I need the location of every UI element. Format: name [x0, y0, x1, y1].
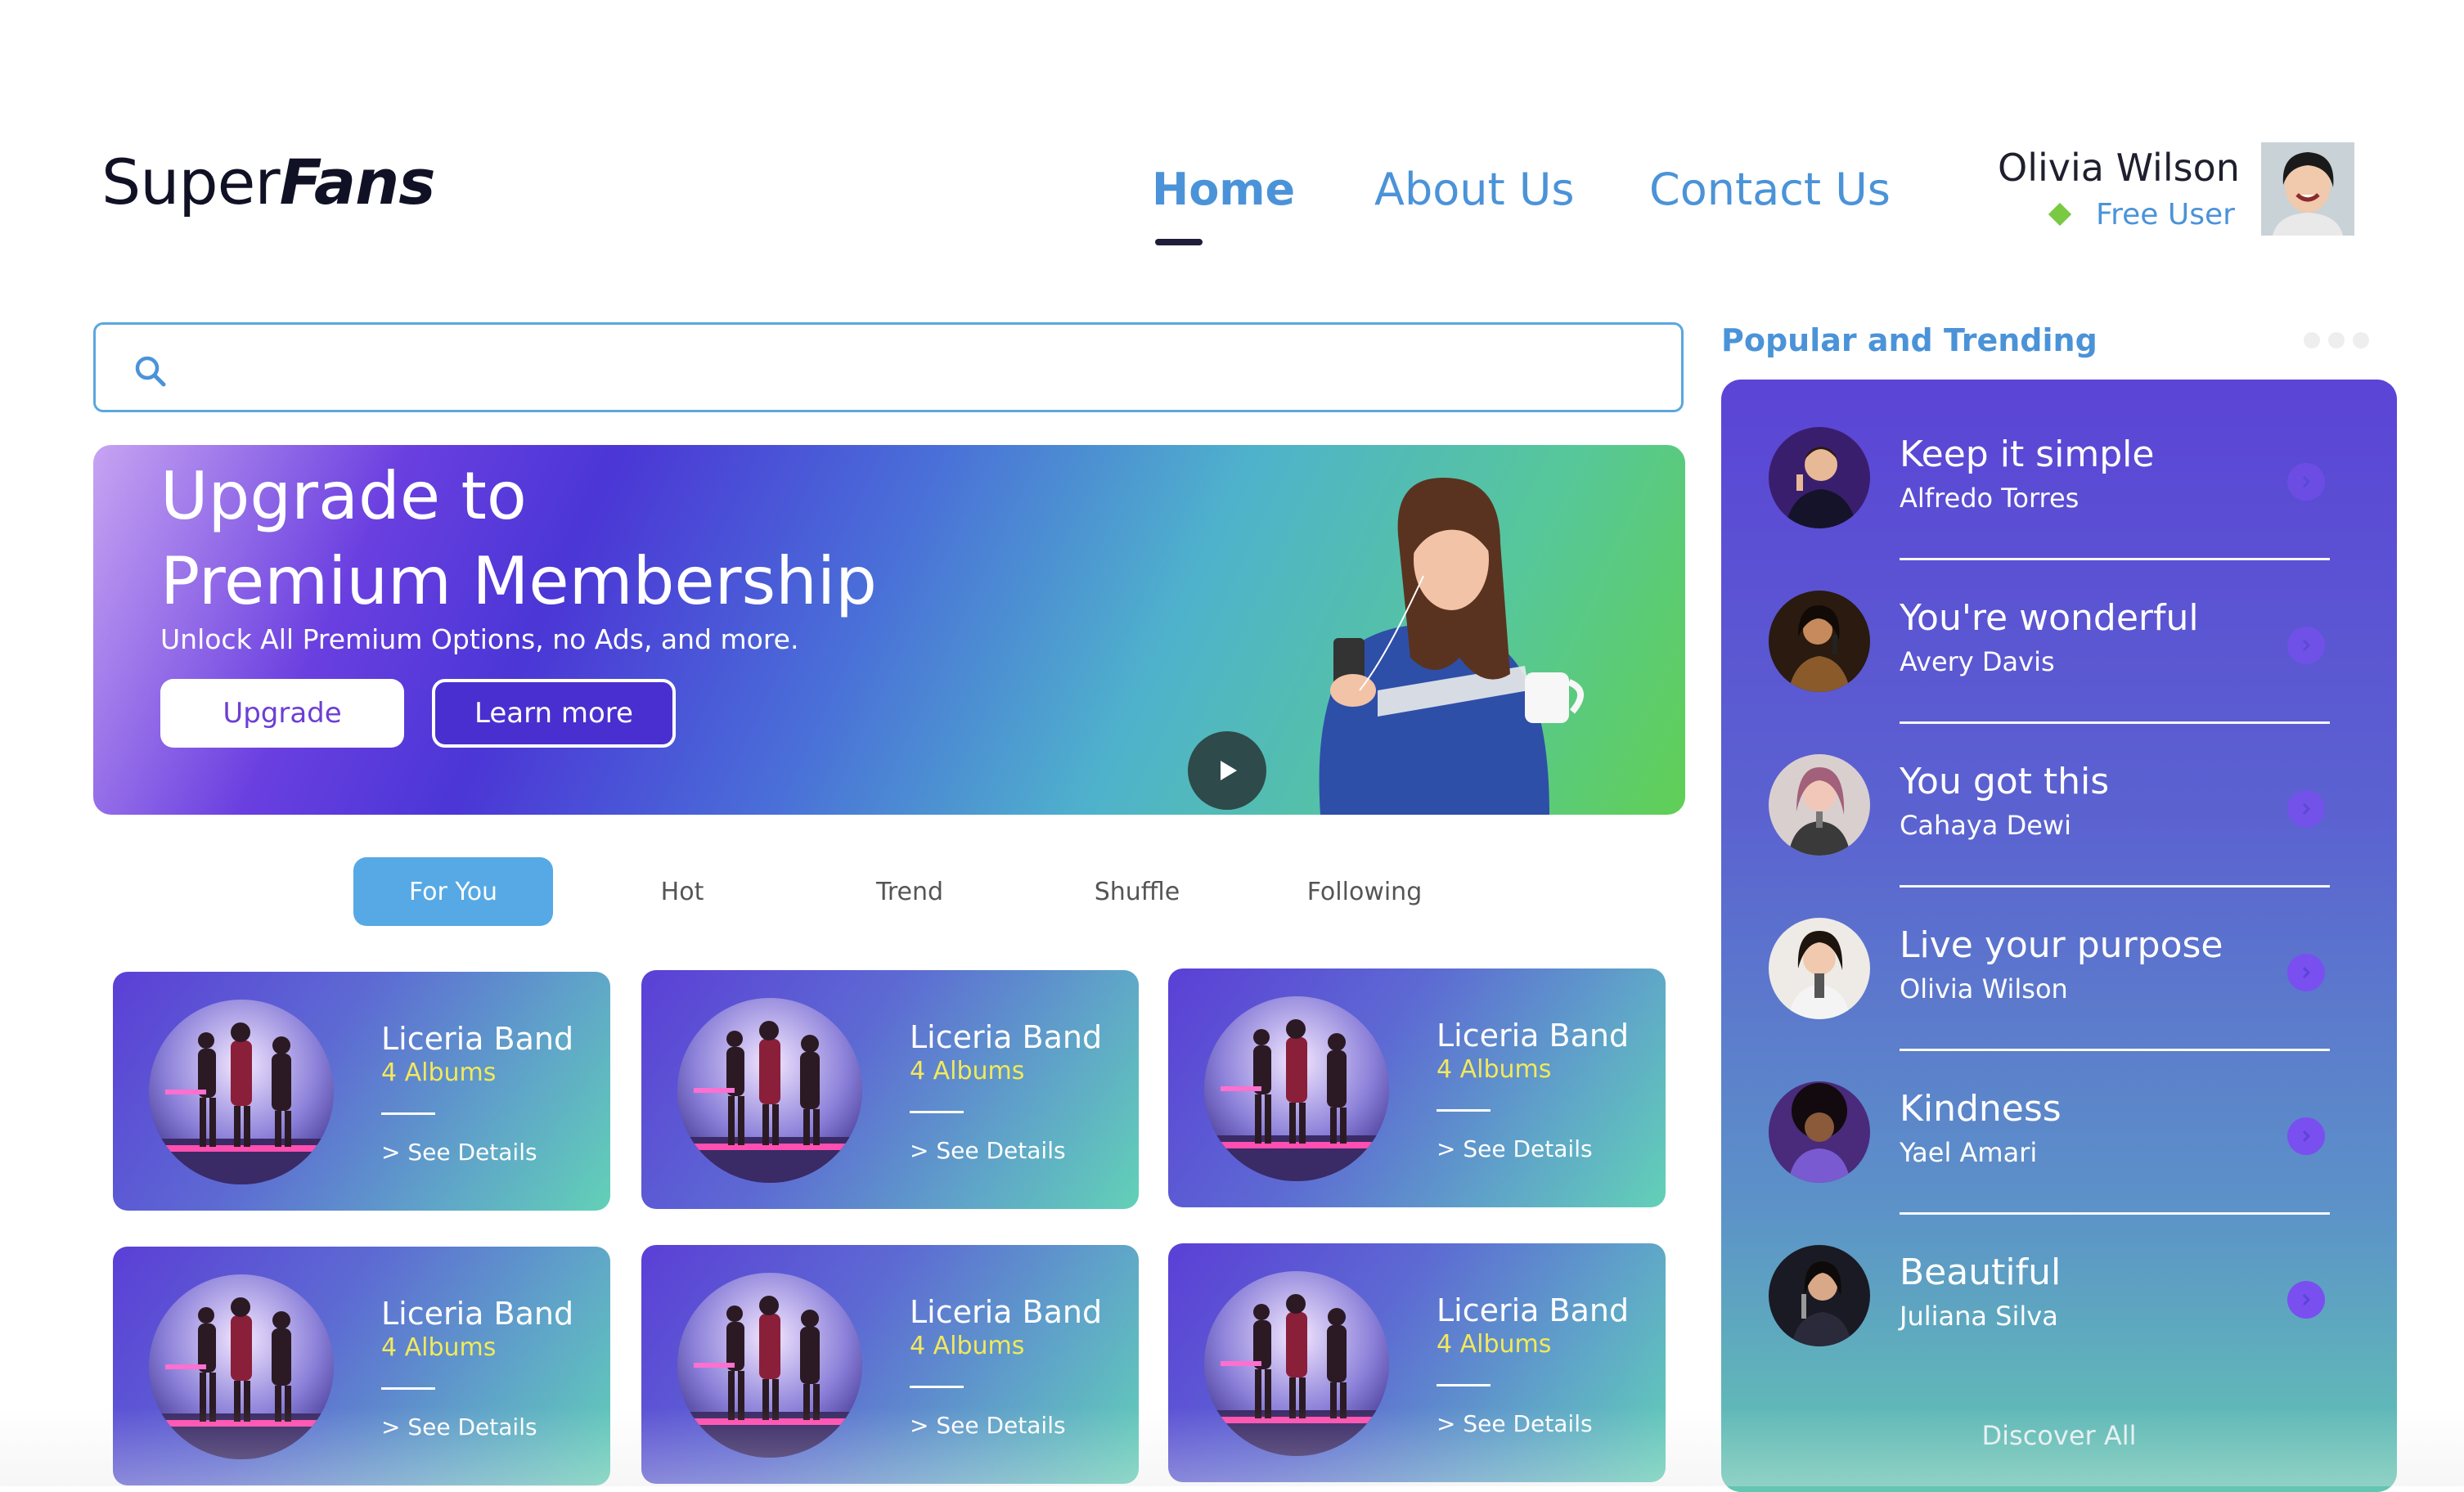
nav-home[interactable]: Home [1152, 164, 1295, 215]
artist-avatar [1769, 591, 1870, 692]
trend-artist: Olivia Wilson [1900, 973, 2068, 1004]
band-image [149, 1000, 334, 1184]
band-card-title: Liceria Band [381, 1296, 574, 1332]
trend-item[interactable]: Kindness Yael Amari [1721, 1034, 2397, 1215]
band-image [1204, 996, 1389, 1181]
trend-item[interactable]: You're wonderful Avery Davis [1721, 543, 2397, 724]
trend-artist: Cahaya Dewi [1900, 810, 2071, 841]
banner-title-line1: Upgrade to [160, 458, 527, 534]
status-diamond-icon [2048, 202, 2072, 227]
chevron-right-icon[interactable] [2287, 954, 2325, 991]
band-card[interactable]: Liceria Band 4 Albums > See Details [641, 1245, 1139, 1484]
logo-regular: Super [101, 146, 281, 218]
avatar[interactable] [2261, 142, 2354, 236]
tab-following[interactable]: Following [1289, 857, 1440, 926]
see-details-link[interactable]: > See Details [910, 1137, 1066, 1164]
trend-item[interactable]: You got this Cahaya Dewi [1721, 707, 2397, 888]
band-card[interactable]: Liceria Band 4 Albums > See Details [113, 1247, 610, 1485]
user-name: Olivia Wilson [1998, 146, 2240, 190]
card-divider [910, 1386, 964, 1388]
trend-title: You're wonderful [1900, 597, 2199, 639]
band-card-albums: 4 Albums [381, 1058, 497, 1087]
see-details-link[interactable]: > See Details [381, 1413, 537, 1440]
trend-item[interactable]: Beautiful Juliana Silva [1721, 1198, 2397, 1361]
band-card-title: Liceria Band [1437, 1018, 1630, 1054]
trend-title: Keep it simple [1900, 434, 2155, 475]
artist-avatar [1769, 1081, 1870, 1183]
card-divider [1437, 1384, 1491, 1386]
sidebar-heading: Popular and Trending [1721, 322, 2098, 358]
upgrade-button[interactable]: Upgrade [160, 679, 404, 748]
band-card-title: Liceria Band [1437, 1292, 1630, 1328]
band-image [149, 1274, 334, 1459]
chevron-right-icon[interactable] [2287, 627, 2325, 664]
logo[interactable]: SuperFans [101, 146, 436, 218]
band-card-title: Liceria Band [381, 1021, 574, 1057]
trend-artist: Yael Amari [1900, 1137, 2038, 1168]
band-card-albums: 4 Albums [1437, 1055, 1552, 1084]
user-status: Free User [2096, 198, 2235, 231]
see-details-link[interactable]: > See Details [1437, 1410, 1593, 1437]
search-icon[interactable] [133, 353, 169, 393]
chevron-right-icon[interactable] [2287, 1281, 2325, 1319]
search-input[interactable] [188, 339, 1664, 399]
play-icon [1221, 761, 1237, 780]
nav-contact-us[interactable]: Contact Us [1649, 164, 1891, 215]
see-details-link[interactable]: > See Details [1437, 1135, 1593, 1162]
trend-title: Kindness [1900, 1088, 2062, 1130]
band-image [1204, 1271, 1389, 1456]
trend-item[interactable]: Keep it simple Alfredo Torres [1721, 380, 2397, 560]
trending-panel: Keep it simple Alfredo Torres You're won… [1721, 380, 2397, 1492]
chevron-right-icon[interactable] [2287, 790, 2325, 828]
band-card-albums: 4 Albums [910, 1332, 1025, 1360]
banner-title-line2: Premium Membership [160, 543, 877, 619]
band-card-albums: 4 Albums [1437, 1330, 1552, 1359]
band-card[interactable]: Liceria Band 4 Albums > See Details [1168, 968, 1666, 1207]
band-card[interactable]: Liceria Band 4 Albums > See Details [1168, 1243, 1666, 1482]
trend-artist: Alfredo Torres [1900, 483, 2080, 514]
card-divider [381, 1112, 435, 1115]
card-divider [1437, 1109, 1491, 1112]
band-card[interactable]: Liceria Band 4 Albums > See Details [113, 972, 610, 1211]
tab-for-you[interactable]: For You [353, 857, 553, 926]
artist-avatar [1769, 918, 1870, 1019]
tab-shuffle[interactable]: Shuffle [1063, 857, 1211, 926]
band-card-title: Liceria Band [910, 1294, 1103, 1330]
card-divider [910, 1111, 964, 1113]
trend-item[interactable]: Live your purpose Olivia Wilson [1721, 870, 2397, 1051]
band-card-albums: 4 Albums [910, 1057, 1025, 1085]
play-button[interactable] [1188, 731, 1266, 810]
carousel-dots[interactable] [2304, 332, 2377, 352]
learn-more-button[interactable]: Learn more [432, 679, 676, 748]
artist-avatar [1769, 1245, 1870, 1346]
band-image [677, 1273, 862, 1458]
trend-artist: Avery Davis [1900, 646, 2055, 677]
banner-subtitle: Unlock All Premium Options, no Ads, and … [160, 623, 799, 655]
artist-avatar [1769, 427, 1870, 528]
see-details-link[interactable]: > See Details [910, 1412, 1066, 1439]
tab-hot[interactable]: Hot [609, 857, 756, 926]
chevron-right-icon[interactable] [2287, 1117, 2325, 1155]
band-image [677, 998, 862, 1183]
tab-trend[interactable]: Trend [836, 857, 983, 926]
nav-active-indicator [1155, 239, 1203, 245]
trend-title: Live your purpose [1900, 924, 2223, 966]
chevron-right-icon[interactable] [2287, 463, 2325, 501]
nav-about-us[interactable]: About Us [1374, 164, 1574, 215]
trend-title: Beautiful [1900, 1252, 2062, 1293]
see-details-link[interactable]: > See Details [381, 1139, 537, 1166]
band-card-albums: 4 Albums [381, 1333, 497, 1362]
card-divider [381, 1387, 435, 1390]
band-card-title: Liceria Band [910, 1019, 1103, 1055]
logo-bold: Fans [279, 146, 436, 218]
trend-title: You got this [1900, 761, 2110, 802]
discover-all-link[interactable]: Discover All [1721, 1420, 2397, 1451]
artist-avatar [1769, 754, 1870, 856]
trend-artist: Juliana Silva [1900, 1301, 2058, 1332]
banner-woman-image [1319, 478, 1584, 815]
band-card[interactable]: Liceria Band 4 Albums > See Details [641, 970, 1139, 1209]
